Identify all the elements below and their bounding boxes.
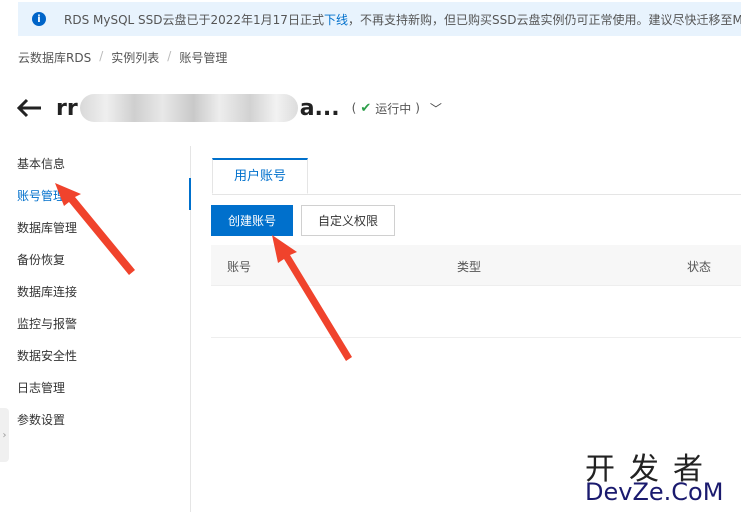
red-arrow-to-create-button: [272, 235, 352, 361]
watermark-english: DevZe.CoM: [585, 478, 724, 506]
red-arrow-to-sidebar: [55, 183, 135, 275]
annotation-arrows: [55, 183, 352, 361]
